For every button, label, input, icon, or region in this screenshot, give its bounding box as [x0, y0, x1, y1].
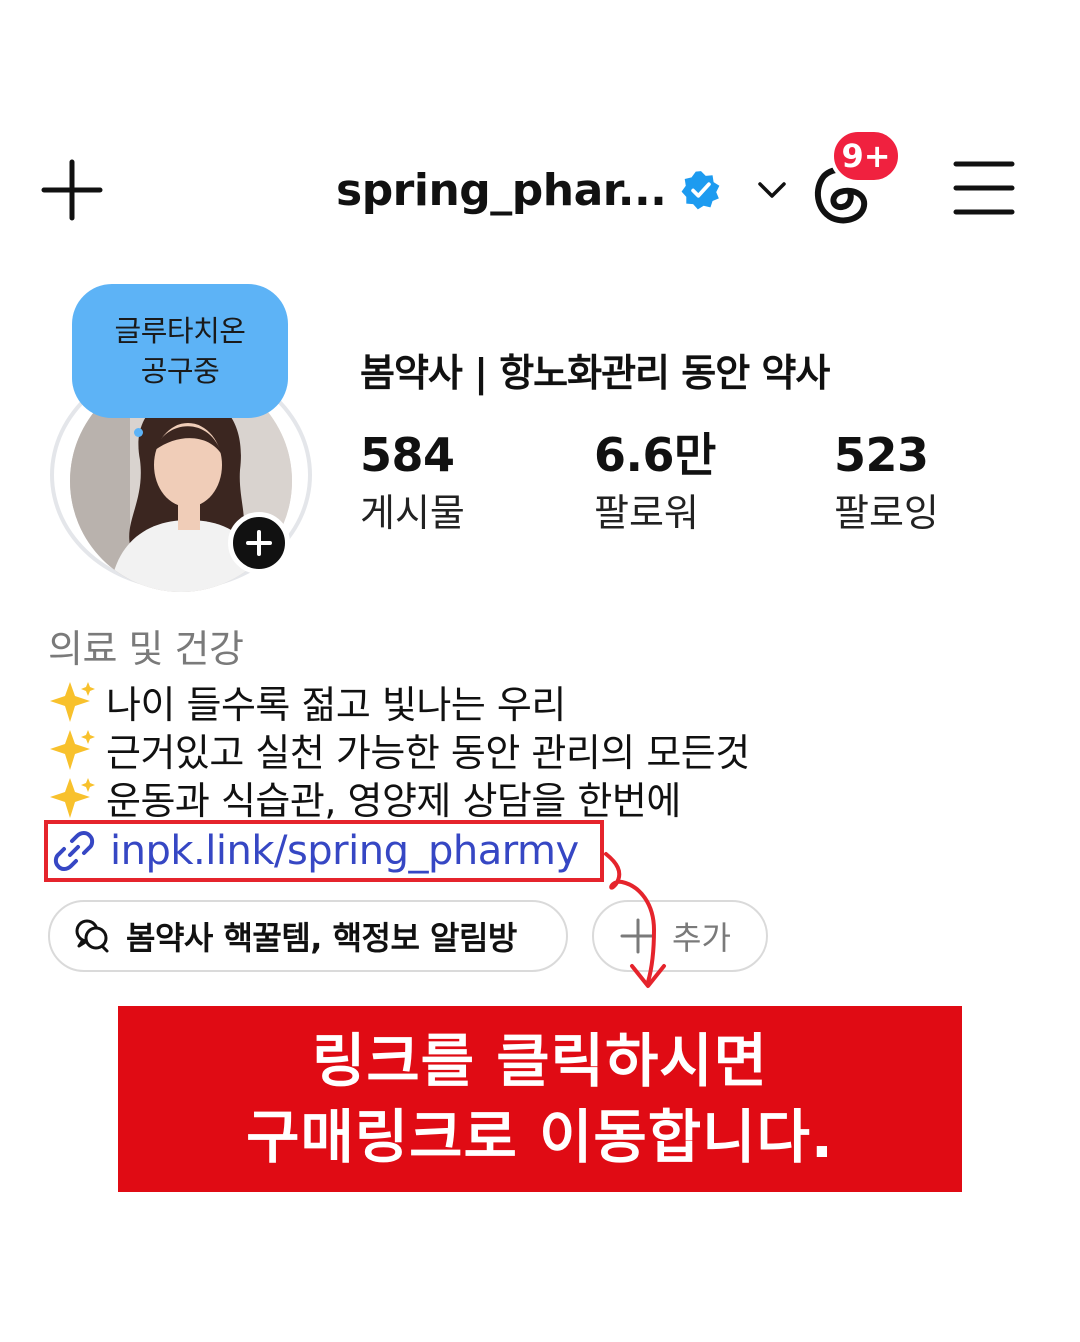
chevron-down-icon	[758, 182, 787, 198]
stat-value: 523	[834, 428, 929, 482]
create-plus-icon[interactable]	[40, 158, 104, 222]
display-name: 봄약사 | 항노화관리 동안 약사	[360, 351, 830, 395]
chip-label: 봄약사 핵꿀템, 핵정보 알림방	[126, 919, 517, 957]
username: spring_phar...	[336, 164, 667, 216]
stat-label: 게시물	[360, 491, 465, 535]
note-line: 공구중	[140, 354, 220, 388]
bio-text: 근거있고 실천 가능한 동안 관리의 모든것	[106, 731, 750, 775]
broadcast-channel-chip[interactable]: 봄약사 핵꿀템, 핵정보 알림방	[48, 900, 568, 972]
profile-link[interactable]: inpk.link/spring_pharmy	[44, 820, 604, 882]
note-tail-dot	[134, 428, 143, 437]
note-line: 글루타치온	[114, 314, 246, 348]
menu-icon[interactable]	[952, 160, 1016, 216]
stat-value: 6.6만	[594, 428, 716, 482]
bio-line: 나이 들수록 젊고 빛나는 우리	[48, 674, 566, 729]
link-icon	[53, 831, 95, 871]
verified-badge-icon	[681, 171, 720, 210]
sparkles-icon	[50, 729, 95, 770]
top-bar: spring_phar... 9+	[0, 120, 1080, 260]
chip-label: 추가	[672, 919, 731, 957]
banner-line: 구매링크로 이동합니다.	[246, 1103, 834, 1171]
bio-line: 운동과 식습관, 영양제 상담을 한번에	[48, 770, 681, 825]
stat-followers[interactable]: 6.6만 팔로워	[594, 426, 716, 538]
profile-note-bubble[interactable]: 글루타치온 공구중	[72, 284, 288, 418]
profile-category: 의료 및 건강	[48, 627, 244, 671]
stat-value: 584	[360, 428, 455, 482]
stat-posts[interactable]: 584 게시물	[360, 426, 465, 538]
annotation-arrow-icon	[604, 852, 666, 988]
stat-following[interactable]: 523 팔로잉	[834, 426, 939, 538]
notification-badge: 9+	[830, 128, 902, 184]
add-story-button[interactable]	[228, 512, 290, 574]
bio-line: 근거있고 실천 가능한 동안 관리의 모든것	[48, 722, 750, 777]
chat-bubbles-icon	[75, 919, 109, 953]
bio-text: 나이 들수록 젊고 빛나는 우리	[106, 683, 566, 727]
account-switcher[interactable]: spring_phar...	[336, 160, 790, 220]
stat-label: 팔로워	[594, 491, 699, 535]
link-text: inpk.link/spring_pharmy	[110, 828, 579, 874]
sparkles-icon	[50, 681, 95, 722]
banner-line: 링크를 클릭하시면	[311, 1027, 769, 1095]
bio-text: 운동과 식습관, 영양제 상담을 한번에	[106, 779, 681, 823]
sparkles-icon	[50, 777, 95, 818]
stat-label: 팔로잉	[834, 491, 939, 535]
annotation-banner: 링크를 클릭하시면 구매링크로 이동합니다.	[118, 1006, 962, 1192]
